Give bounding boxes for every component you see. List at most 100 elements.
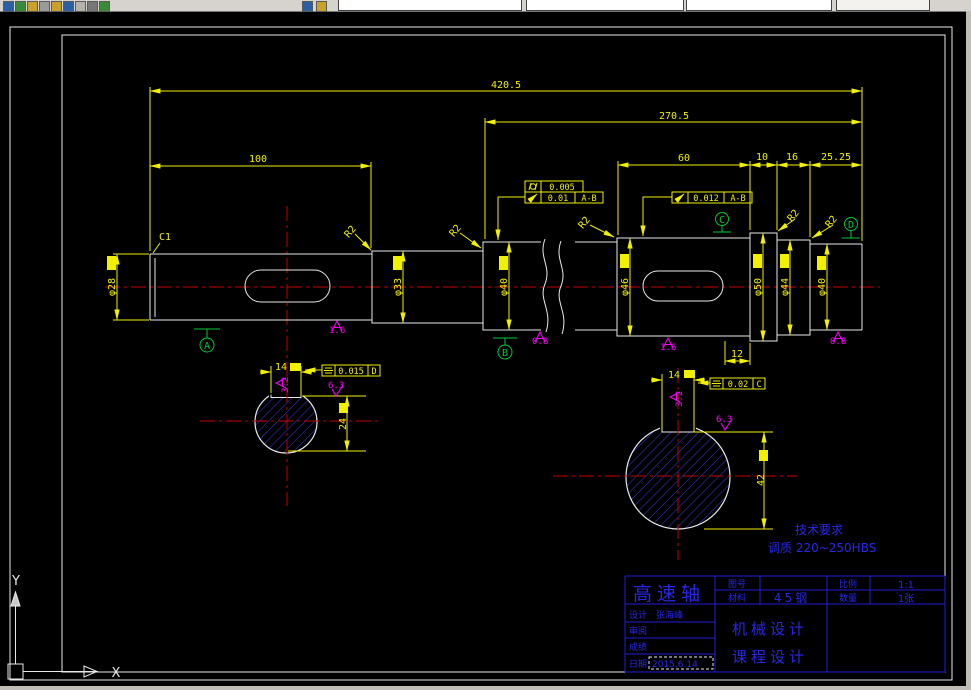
gdt-sym2-datum: C [756,380,761,390]
date-label: 日期 [629,659,647,670]
date-value: 2015.6.14 [652,660,698,670]
material-label: 材料 [728,592,746,604]
tolerance-highlight [753,254,762,268]
fillet-label: R2 [824,214,840,230]
dim-end-len: 25.25 [821,152,851,163]
gdt-runout2-datum: A-B [730,194,745,204]
dim-step-len: 10 [756,152,768,163]
tech-requirements: 技术要求 调质 220~250HBS [768,523,876,555]
sheet-border [9,26,953,681]
qty-label: 数量 [839,592,857,604]
callouts: C1 R2 R2 R2 R2 R2 [152,208,840,254]
y-axis-label: Y [11,574,20,589]
roughness-marks: 1.6 0.8 1.6 0.8 [329,319,846,353]
symmetry-icon [324,367,333,374]
gdt-sym1-datum: D [371,367,376,377]
dim-key-offset: 12 [731,349,743,360]
lineweight-combo[interactable] [836,0,930,11]
section-a-height: 24 [338,418,349,430]
toolbar-icon[interactable] [27,1,38,12]
window-bottom-edge [0,686,971,690]
fillet-label: R2 [343,224,359,240]
fillet-label: R2 [786,208,802,224]
scale-label: 比例 [839,578,857,590]
fillet-label: R2 [448,223,464,239]
roughness-value: 1.6 [660,343,676,353]
datum-a-label: A [204,341,210,352]
dim-overall: 420.5 [491,80,521,91]
fillet-label: R2 [577,215,593,231]
window-right-edge [966,11,971,690]
ucs-icon: Y X [7,574,121,681]
dim-dia-50: φ50 [753,278,764,296]
toolbar-icon[interactable] [99,1,110,12]
toolbar-icon[interactable] [39,1,50,12]
dim-dia-40a: φ40 [499,278,510,296]
dim-left-len: 100 [249,154,267,165]
section-a-rough-side: 3.2 [281,377,291,393]
gdt-runout2-value: 0.012 [693,194,719,204]
grade-label: 成绩 [629,641,647,653]
title-block: 高速轴 图号 材料 45钢 比例 1:1 数量 1张 设计 张海峰 审阅 成绩 … [624,575,946,673]
section-b-rough-side: 3.2 [675,391,685,407]
designer-label: 设计 [629,609,647,621]
linear-dimensions: 420.5 270.5 100 60 10 16 25.25 12 [149,80,863,365]
drawing-canvas[interactable]: 420.5 270.5 100 60 10 16 25.25 12 φ28 φ3… [0,0,971,690]
qty-value: 1张 [898,593,914,605]
runout-icon [674,193,685,203]
dim-gear-len: 60 [678,153,690,164]
datum-d-label: D [848,220,854,231]
toolbar-icon[interactable] [75,1,86,12]
toolbar-icon[interactable] [15,1,26,12]
tolerance-highlight [620,254,629,268]
dim-right-span: 270.5 [659,111,689,122]
tolerance-highlight [339,403,348,413]
scale-value: 1:1 [898,580,914,591]
toolbar-icon[interactable] [87,1,98,12]
section-b-rough-bottom: 6.3 [716,415,732,425]
layer-icon[interactable] [302,1,313,12]
keyway-slot-right [642,270,724,302]
dim-dia-44: φ44 [780,278,791,296]
dim-dia-28: φ28 [107,278,118,296]
tolerance-highlight [499,256,508,270]
part-name: 高速轴 [633,583,705,605]
roughness-icon: 3.2 [668,391,685,407]
course-line2: 课程设计 [732,648,808,666]
dim-dia-46: φ46 [620,278,631,296]
gdt-runout1-value: 0.01 [548,194,568,204]
tech-req-line: 调质 220~250HBS [768,541,876,555]
tolerance-highlight [759,450,768,461]
section-b-key-width: 14 [668,370,680,381]
course-line1: 机械设计 [732,620,808,638]
color-combo[interactable] [526,0,684,11]
roughness-value: 0.8 [830,337,846,347]
layer-combo[interactable] [338,0,522,11]
linetype-combo[interactable] [686,0,832,11]
section-view-left [254,387,318,454]
tech-req-title: 技术要求 [795,523,843,537]
y-axis-arrow [10,590,21,607]
chamfer-label: C1 [159,232,171,243]
tolerance-highlight [684,370,695,378]
dim-dia-40b: φ40 [817,278,828,296]
tolerance-highlight [107,256,116,270]
section-b-height: 42 [756,474,767,486]
gdt-sym2-value: 0.02 [728,380,748,390]
dim-bearing-len: 16 [786,152,798,163]
gdt-frames: 0.005 0.01 A-B 0.012 A-B 0.015 D 0.02 C [304,180,766,390]
toolbar-icon[interactable] [63,1,74,12]
designer-value: 张海峰 [656,609,683,621]
symmetry-icon [712,380,721,387]
tolerance-highlight [393,256,402,270]
dim-dia-33: φ33 [393,278,404,296]
toolbar-icon[interactable] [3,1,14,12]
gdt-sym1-value: 0.015 [338,367,364,377]
toolbar-icon[interactable] [51,1,62,12]
roughness-value: 1.6 [329,326,345,336]
roughness-value: 0.8 [532,337,548,347]
datum-c-label: C [719,215,725,226]
datum-b-label: B [502,348,508,359]
layer-state-icon[interactable] [316,1,327,12]
runout-icon [527,193,538,203]
